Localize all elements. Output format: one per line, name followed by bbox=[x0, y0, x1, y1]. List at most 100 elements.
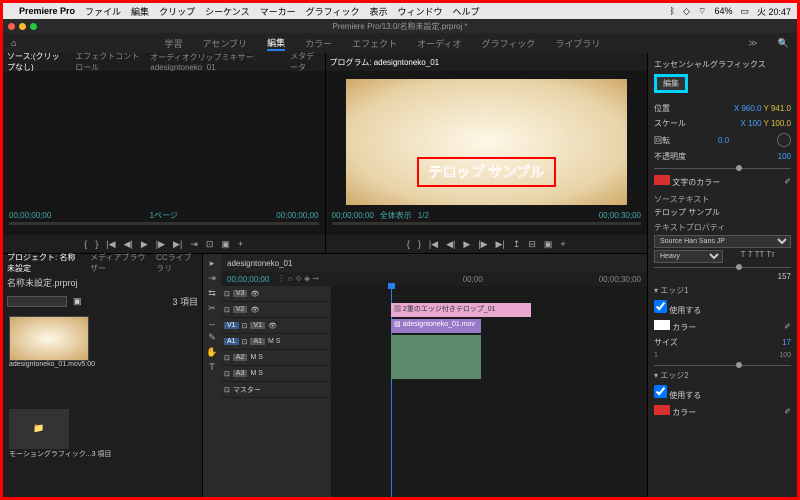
playhead[interactable] bbox=[391, 286, 392, 497]
menu-sequence[interactable]: シーケンス bbox=[205, 5, 250, 18]
edge1-size[interactable]: 17 bbox=[782, 338, 791, 347]
edge2-use[interactable]: 使用する bbox=[654, 385, 701, 401]
pos-x[interactable]: X 960.0 bbox=[734, 104, 762, 113]
tool-pen[interactable]: ✎ bbox=[208, 332, 216, 343]
folder-thumb[interactable]: 📁 bbox=[9, 409, 69, 449]
scale-y[interactable]: Y 100.0 bbox=[764, 119, 791, 128]
tool-selection[interactable]: ▸ bbox=[210, 258, 215, 269]
btn-mark-in[interactable]: { bbox=[84, 239, 87, 249]
track-v2[interactable]: V2 bbox=[233, 306, 248, 313]
source-tc-out[interactable]: 00;00;00;00 bbox=[276, 211, 318, 220]
btn-mark-out[interactable]: } bbox=[95, 239, 98, 249]
menu-window[interactable]: ウィンドウ bbox=[398, 5, 443, 18]
edge1-eyedropper-icon[interactable]: ✐ bbox=[784, 322, 791, 331]
tool-track-select[interactable]: ⇥ bbox=[208, 273, 216, 284]
ws-effects[interactable]: エフェクト bbox=[352, 37, 397, 50]
btn-insert[interactable]: ⇥ bbox=[190, 239, 198, 250]
bluetooth-icon[interactable]: ᛒ bbox=[670, 6, 675, 16]
clip-name-1[interactable]: adesigntoneko_01.mov bbox=[9, 361, 81, 368]
track-a2[interactable]: A2 bbox=[233, 354, 248, 361]
tab-program[interactable]: プログラム: adesigntoneko_01 bbox=[330, 57, 440, 68]
btn-export-frame[interactable]: ▣ bbox=[221, 239, 230, 250]
tab-source[interactable]: ソース:(クリップなし) bbox=[7, 51, 67, 73]
btn-p-mark-in[interactable]: { bbox=[407, 239, 410, 249]
bin-icon[interactable]: ▣ bbox=[73, 296, 82, 307]
minimize-window[interactable] bbox=[19, 23, 26, 30]
tool-slip[interactable]: ↔ bbox=[208, 318, 217, 328]
program-fit[interactable]: 全体表示 bbox=[380, 210, 412, 221]
timeline-tc[interactable]: 00;00;00;00 bbox=[227, 275, 269, 284]
dropbox-icon[interactable]: ◇ bbox=[683, 6, 690, 17]
ws-audio[interactable]: オーディオ bbox=[417, 37, 461, 50]
track-v1[interactable]: V1 bbox=[250, 322, 265, 329]
menu-file[interactable]: ファイル bbox=[85, 5, 121, 18]
ws-color[interactable]: カラー bbox=[305, 37, 332, 50]
btn-p-mark-out[interactable]: } bbox=[418, 239, 421, 249]
tool-type[interactable]: T bbox=[209, 362, 215, 372]
clip-audio[interactable] bbox=[391, 335, 481, 379]
tool-hand[interactable]: ✋ bbox=[206, 347, 217, 358]
track-v2-toggle[interactable]: ⊡ bbox=[224, 306, 230, 314]
edge1-size-slider[interactable] bbox=[654, 365, 791, 366]
text-color-swatch[interactable] bbox=[654, 175, 670, 185]
opacity-val[interactable]: 100 bbox=[778, 152, 791, 161]
rot-val[interactable]: 0.0 bbox=[718, 136, 729, 145]
clip-telop[interactable]: ▧ 2重のエッジ付きテロップ_01 bbox=[391, 303, 531, 317]
font-family[interactable]: Source Han Sans JP bbox=[654, 235, 791, 248]
clock[interactable]: 火 20:47 bbox=[757, 5, 791, 18]
opacity-slider[interactable] bbox=[654, 168, 791, 169]
search-icon[interactable]: 🔍 bbox=[778, 38, 789, 49]
menu-edit[interactable]: 編集 bbox=[131, 5, 149, 18]
ws-learn[interactable]: 学習 bbox=[164, 37, 182, 50]
ws-edit[interactable]: 編集 bbox=[267, 36, 285, 51]
program-preview[interactable]: テロップ サンプル bbox=[346, 79, 628, 205]
btn-overwrite[interactable]: ⊡ bbox=[206, 239, 214, 250]
font-size-val[interactable]: 157 bbox=[654, 272, 791, 281]
clip-thumb-1[interactable] bbox=[9, 316, 89, 361]
menu-clip[interactable]: クリップ bbox=[159, 5, 195, 18]
close-window[interactable] bbox=[8, 23, 15, 30]
lbl-edge2[interactable]: エッジ2 bbox=[660, 371, 688, 380]
btn-p-goto-out[interactable]: ▶| bbox=[496, 239, 505, 250]
program-ruler[interactable] bbox=[332, 222, 642, 225]
btn-p-extract[interactable]: ⊟ bbox=[528, 239, 536, 250]
track-a3[interactable]: A3 bbox=[233, 370, 248, 377]
eyedropper-icon[interactable]: ✐ bbox=[784, 177, 791, 186]
tab-effect-controls[interactable]: エフェクトコントロール bbox=[75, 51, 142, 73]
program-scale[interactable]: 1/2 bbox=[418, 211, 429, 220]
source-page[interactable]: 1ページ bbox=[150, 210, 178, 221]
tab-project[interactable]: プロジェクト: 名称未設定 bbox=[7, 252, 82, 274]
maximize-window[interactable] bbox=[30, 23, 37, 30]
btn-p-step-fwd[interactable]: |▶ bbox=[478, 239, 487, 250]
ws-overflow-icon[interactable]: ≫ bbox=[748, 38, 757, 49]
program-tc-right[interactable]: 00;00:30;00 bbox=[599, 211, 641, 220]
wifi-icon[interactable]: ⌔ bbox=[698, 6, 706, 17]
home-icon[interactable]: ⌂ bbox=[11, 38, 16, 48]
sequence-tab[interactable]: adesigntoneko_01 bbox=[227, 259, 292, 268]
tool-ripple[interactable]: ⇆ bbox=[208, 288, 216, 299]
tool-razor[interactable]: ✂ bbox=[208, 303, 216, 314]
ws-graphics[interactable]: グラフィック bbox=[481, 37, 535, 50]
btn-goto-in[interactable]: |◀ bbox=[106, 239, 115, 250]
eg-tab-edit[interactable]: 編集 bbox=[654, 74, 688, 93]
menu-marker[interactable]: マーカー bbox=[260, 5, 296, 18]
btn-goto-out[interactable]: ▶| bbox=[173, 239, 182, 250]
btn-step-fwd[interactable]: |▶ bbox=[156, 239, 165, 250]
btn-p-export[interactable]: ▣ bbox=[544, 239, 553, 250]
telop-text[interactable]: テロップ サンプル bbox=[429, 164, 544, 180]
track-master[interactable]: マスター bbox=[233, 385, 261, 395]
font-weight[interactable]: Heavy bbox=[654, 250, 723, 263]
edge1-use[interactable]: 使用する bbox=[654, 300, 701, 316]
lbl-edge1[interactable]: エッジ1 bbox=[660, 286, 688, 295]
source-ruler[interactable] bbox=[9, 222, 319, 225]
tracks-area[interactable]: ▧ 2重のエッジ付きテロップ_01 ▧ adesigntoneko_01.mov bbox=[331, 286, 647, 497]
pos-y[interactable]: Y 941.0 bbox=[764, 104, 791, 113]
project-search[interactable] bbox=[7, 296, 67, 307]
rot-dial-icon[interactable] bbox=[777, 133, 791, 147]
btn-step-back[interactable]: ◀| bbox=[124, 239, 133, 250]
btn-play[interactable]: ▶ bbox=[141, 239, 148, 250]
tab-audio-mixer[interactable]: オーディオクリップミキサー: adesigntoneko_01 bbox=[150, 52, 282, 72]
btn-p-step-back[interactable]: ◀| bbox=[446, 239, 455, 250]
clip-video[interactable]: ▧ adesigntoneko_01.mov bbox=[391, 319, 481, 333]
battery-icon[interactable]: ▭ bbox=[740, 6, 749, 17]
